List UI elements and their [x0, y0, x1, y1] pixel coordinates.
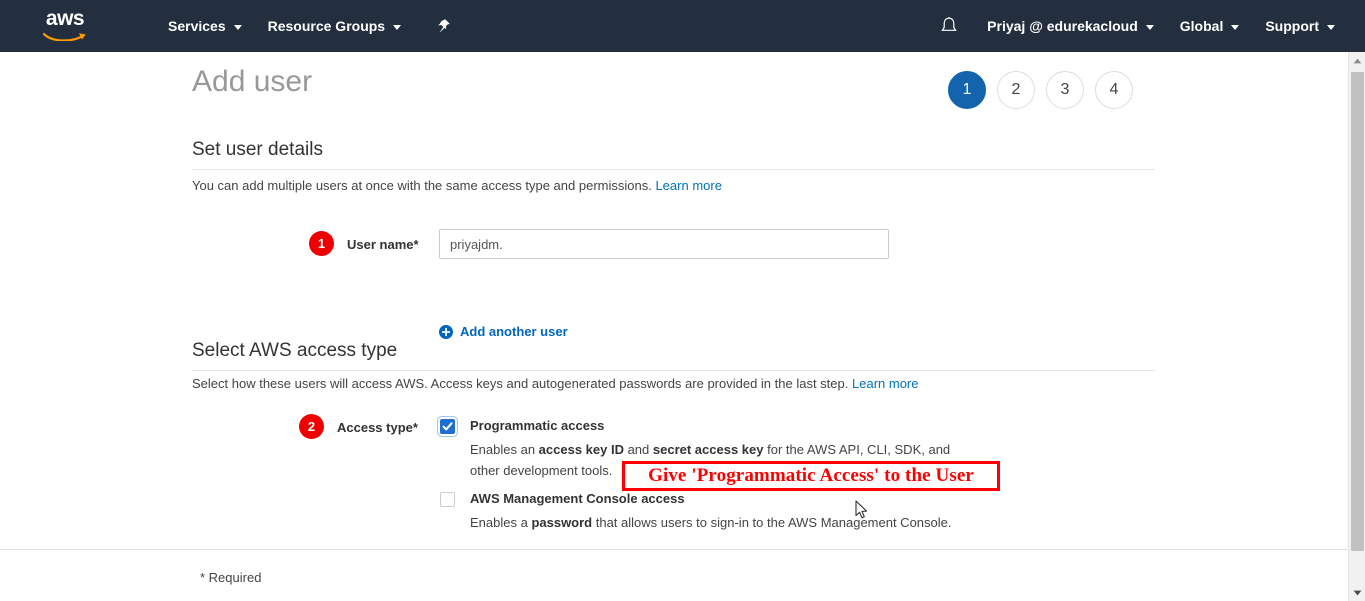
- aws-iam-add-user-page: aws Services Resource Groups Priyaj @ ed…: [0, 0, 1365, 601]
- divider: [192, 370, 1155, 371]
- nav-services-menu[interactable]: Services: [155, 0, 255, 52]
- nav-right-group: Priyaj @ edurekacloud Global Support: [934, 0, 1365, 52]
- aws-logo[interactable]: aws: [38, 7, 92, 43]
- access-type-description: Select how these users will access AWS. …: [192, 376, 918, 391]
- wizard-step-2-label: 2: [1011, 81, 1021, 98]
- nav-account-label: Priyaj @ edurekacloud: [987, 18, 1138, 34]
- annotation-callout-box: Give 'Programmatic Access' to the User: [622, 461, 1000, 491]
- programmatic-desc-line-2: other development tools.: [470, 463, 613, 478]
- pin-icon[interactable]: [430, 13, 456, 39]
- scroll-up-arrow-icon[interactable]: [1349, 52, 1365, 69]
- programmatic-access-title: Programmatic access: [470, 418, 605, 433]
- wizard-step-1-label: 1: [962, 81, 972, 98]
- console-desc-part-1: Enables a: [470, 515, 532, 530]
- divider: [192, 169, 1155, 170]
- top-navigation-bar: aws Services Resource Groups Priyaj @ ed…: [0, 0, 1365, 52]
- wizard-step-indicator: 1 2 3 4: [948, 71, 1133, 109]
- wizard-step-4-label: 4: [1109, 81, 1119, 98]
- wizard-step-2[interactable]: 2: [997, 71, 1035, 109]
- set-user-details-learn-more-link[interactable]: Learn more: [655, 178, 721, 193]
- nav-services-label: Services: [168, 18, 226, 34]
- access-type-label: Access type*: [337, 420, 418, 435]
- console-desc-part-2: that allows users to sign-in to the AWS …: [592, 515, 952, 530]
- set-user-details-description: You can add multiple users at once with …: [192, 178, 722, 193]
- console-desc-bold-1: password: [531, 515, 593, 530]
- chevron-down-icon: [1145, 24, 1154, 30]
- wizard-step-3[interactable]: 3: [1046, 71, 1084, 109]
- annotation-callout-text: Give 'Programmatic Access' to the User: [648, 465, 974, 486]
- nav-account-menu[interactable]: Priyaj @ edurekacloud: [974, 0, 1167, 52]
- set-user-details-heading: Set user details: [192, 139, 323, 160]
- programmatic-desc-bold-1: access key ID: [538, 442, 624, 457]
- chevron-down-icon: [1327, 24, 1335, 30]
- page-title: Add user: [192, 65, 313, 98]
- access-type-description-text: Select how these users will access AWS. …: [192, 376, 849, 391]
- programmatic-desc-bold-2: secret access key: [652, 442, 764, 457]
- scrollbar-thumb[interactable]: [1351, 72, 1364, 551]
- main-content: Add user 1 2 3 4 Set user details You ca…: [0, 52, 1348, 601]
- chevron-down-icon: [393, 24, 402, 30]
- footer-divider: [0, 549, 1348, 550]
- username-label: User name*: [347, 237, 419, 252]
- username-input[interactable]: [439, 229, 889, 259]
- wizard-step-4[interactable]: 4: [1095, 71, 1133, 109]
- required-note: * Required: [200, 570, 262, 585]
- chevron-down-icon: [1231, 24, 1240, 30]
- scroll-down-arrow-icon[interactable]: [1349, 584, 1365, 601]
- wizard-step-1[interactable]: 1: [948, 71, 986, 109]
- add-another-user-label: Add another user: [460, 324, 568, 339]
- nav-region-label: Global: [1179, 18, 1224, 34]
- console-access-checkbox[interactable]: [440, 492, 455, 507]
- nav-region-menu[interactable]: Global: [1167, 0, 1253, 52]
- annotation-badge-2: 2: [299, 414, 324, 439]
- plus-circle-icon: [439, 324, 453, 339]
- programmatic-access-checkbox[interactable]: [440, 419, 455, 434]
- programmatic-desc-part-3: for the AWS API, CLI, SDK, and: [763, 442, 951, 457]
- vertical-scrollbar[interactable]: [1348, 52, 1365, 601]
- set-user-details-description-text: You can add multiple users at once with …: [192, 178, 652, 193]
- programmatic-desc-part-2: and: [623, 442, 653, 457]
- access-type-learn-more-link[interactable]: Learn more: [852, 376, 918, 391]
- annotation-badge-1: 1: [309, 231, 334, 256]
- nav-resource-groups-label: Resource Groups: [267, 18, 386, 34]
- nav-support-menu[interactable]: Support: [1252, 0, 1365, 52]
- console-access-title: AWS Management Console access: [470, 491, 685, 506]
- nav-support-label: Support: [1265, 18, 1319, 34]
- aws-logo-smile-icon: [43, 30, 87, 41]
- console-access-description: Enables a password that allows users to …: [470, 512, 1070, 533]
- wizard-step-3-label: 3: [1060, 81, 1070, 98]
- page-header: Add user: [192, 65, 312, 99]
- nav-resource-groups-menu[interactable]: Resource Groups: [255, 0, 414, 52]
- programmatic-desc-part-1: Enables an: [470, 442, 539, 457]
- notifications-bell-icon[interactable]: [934, 11, 964, 41]
- access-type-heading: Select AWS access type: [192, 340, 398, 361]
- chevron-down-icon: [233, 24, 242, 30]
- aws-logo-text: aws: [45, 7, 85, 30]
- add-another-user-button[interactable]: Add another user: [439, 324, 568, 339]
